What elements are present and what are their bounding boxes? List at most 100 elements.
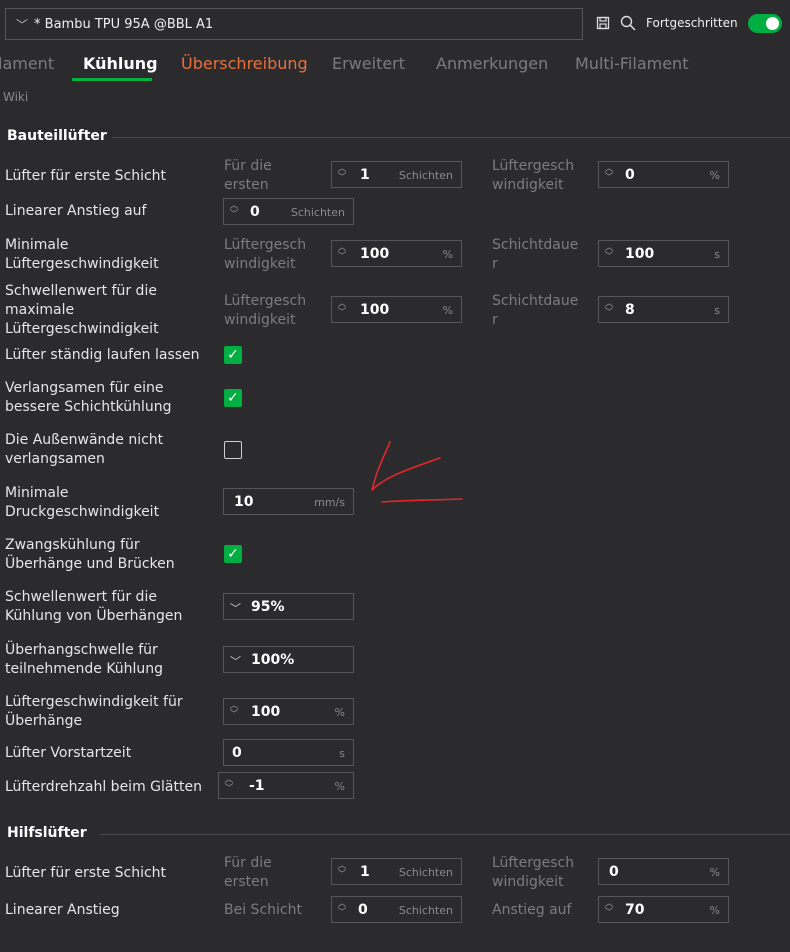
- label-max-fan-threshold: Schwellenwert für die: [5, 283, 157, 299]
- chevron-down-icon: ﹀: [230, 655, 241, 668]
- section-title-hilfs: Hilfslüfter: [7, 825, 87, 841]
- wiki-link[interactable]: Wiki: [3, 90, 28, 104]
- sublabel: Lüftergesch: [492, 158, 575, 174]
- sublabel: windigkeit: [224, 312, 296, 328]
- spin-arrows-icon[interactable]: ︿ ﹀: [229, 702, 239, 720]
- sublabel: windigkeit: [224, 256, 296, 272]
- label-min-fan-speed: Minimale: [5, 237, 69, 253]
- label-min-print-speed: Minimale: [5, 485, 69, 501]
- label-slow-down-cooling: Verlangsamen für eine: [5, 380, 164, 396]
- section-divider: [100, 834, 790, 835]
- label-aux-first-layer-fan: Lüfter für erste Schicht: [5, 865, 167, 881]
- sublabel: ersten: [224, 177, 269, 193]
- label-linear-ramp: Linearer Anstieg auf: [5, 203, 147, 219]
- fan-kickstart-time-input[interactable]: 0 s: [223, 739, 354, 766]
- save-icon[interactable]: [596, 16, 610, 30]
- label-overhang-cooling-threshold: Kühlung von Überhängen: [5, 608, 183, 624]
- sublabel: Schichtdaue: [492, 293, 579, 309]
- sublabel: ersten: [224, 874, 269, 890]
- force-cooling-overhang-checkbox[interactable]: ✓: [224, 545, 242, 563]
- sublabel: Lüftergesch: [224, 293, 307, 309]
- sublabel: Für die: [224, 855, 272, 871]
- label-first-layer-fan: Lüfter für erste Schicht: [5, 168, 167, 184]
- spin-arrows-icon[interactable]: ︿ ﹀: [604, 900, 614, 918]
- sublabel: windigkeit: [492, 874, 564, 890]
- label-fan-always-on: Lüfter ständig laufen lassen: [5, 347, 200, 363]
- chevron-down-icon: ﹀: [230, 602, 241, 615]
- overhang-threshold-participating-select[interactable]: ﹀ 100%: [223, 646, 354, 673]
- overhang-fan-speed-spinner[interactable]: ︿ ﹀ 100 %: [223, 698, 354, 725]
- sublabel: r: [492, 312, 498, 328]
- label-ironing-fan-speed: Lüfterdrehzahl beim Glätten: [5, 779, 202, 795]
- aux-ramp-layer-spinner[interactable]: ︿ ﹀ 0 Schichten: [331, 896, 462, 923]
- sublabel: Bei Schicht: [224, 902, 302, 918]
- sublabel: Lüftergesch: [224, 237, 307, 253]
- label-min-fan-speed: Lüftergeschwindigkeit: [5, 256, 159, 272]
- search-icon[interactable]: [620, 15, 636, 31]
- label-force-cooling-overhang: Überhänge und Brücken: [5, 556, 175, 572]
- section-divider: [112, 137, 790, 138]
- section-title-bauteil: Bauteillüfter: [7, 128, 107, 144]
- ironing-fan-speed-spinner[interactable]: ︿ ﹀ -1 %: [218, 772, 354, 799]
- advanced-toggle[interactable]: [747, 13, 782, 33]
- sublabel: windigkeit: [492, 177, 564, 193]
- max-fan-layer-time-spinner[interactable]: ︿ ﹀ 8 s: [598, 296, 729, 323]
- label-force-cooling-overhang: Zwangskühlung für: [5, 537, 140, 553]
- preset-name: * Bambu TPU 95A @BBL A1: [34, 16, 214, 32]
- label-overhang-cooling-threshold: Schwellenwert für die: [5, 589, 157, 605]
- sublabel: Lüftergesch: [492, 855, 575, 871]
- min-fan-layer-time-spinner[interactable]: ︿ ﹀ 100 s: [598, 240, 729, 267]
- spin-arrows-icon[interactable]: ︿ ﹀: [337, 862, 347, 880]
- label-overhang-fan-speed: Überhänge: [5, 713, 83, 729]
- max-fan-speed-spinner[interactable]: ︿ ﹀ 100 %: [331, 296, 462, 323]
- chevron-down-icon: ﹀: [16, 17, 29, 32]
- ramp-layers-spinner[interactable]: ︿ ﹀ 0 Schichten: [223, 198, 354, 225]
- first-layer-fan-speed-spinner[interactable]: ︿ ﹀ 0 %: [598, 161, 729, 188]
- tab-anmerkungen[interactable]: Anmerkungen: [436, 54, 548, 73]
- tab-multi-filament[interactable]: Multi-Filament: [575, 54, 688, 73]
- aux-ramp-target-spinner[interactable]: ︿ ﹀ 70 %: [598, 896, 729, 923]
- min-print-speed-input[interactable]: 10 mm/s: [223, 488, 354, 515]
- spin-arrows-icon[interactable]: ︿ ﹀: [337, 300, 347, 318]
- label-slow-down-cooling: bessere Schichtkühlung: [5, 399, 172, 415]
- sublabel: Schichtdaue: [492, 237, 579, 253]
- advanced-label: Fortgeschritten: [646, 16, 738, 30]
- tab-ueberschreibung[interactable]: Überschreibung: [181, 54, 308, 73]
- label-no-slowdown-outer-walls: verlangsamen: [5, 451, 105, 467]
- active-tab-indicator: [72, 78, 152, 81]
- min-fan-speed-spinner[interactable]: ︿ ﹀ 100 %: [331, 240, 462, 267]
- sublabel: r: [492, 256, 498, 272]
- spin-arrows-icon[interactable]: ︿ ﹀: [337, 165, 347, 183]
- spin-arrows-icon[interactable]: ︿ ﹀: [604, 165, 614, 183]
- label-aux-linear-ramp: Linearer Anstieg: [5, 902, 120, 918]
- aux-first-layer-count-spinner[interactable]: ︿ ﹀ 1 Schichten: [331, 858, 462, 885]
- spin-arrows-icon[interactable]: ︿ ﹀: [337, 244, 347, 262]
- no-slowdown-outer-walls-checkbox[interactable]: [224, 441, 242, 459]
- aux-first-layer-fan-speed-input[interactable]: 0 %: [598, 858, 729, 885]
- label-max-fan-threshold: Lüftergeschwindigkeit: [5, 321, 159, 337]
- top-actions: Fortgeschritten: [596, 13, 782, 33]
- label-min-print-speed: Druckgeschwindigkeit: [5, 504, 160, 520]
- label-max-fan-threshold: maximale: [5, 302, 75, 318]
- spin-arrows-icon[interactable]: ︿ ﹀: [229, 202, 239, 220]
- spin-arrows-icon[interactable]: ︿ ﹀: [224, 776, 234, 794]
- sublabel: Anstieg auf: [492, 902, 572, 918]
- slow-down-cooling-checkbox[interactable]: ✓: [224, 389, 242, 407]
- tab-kuehlung[interactable]: Kühlung: [83, 54, 158, 73]
- label-overhang-threshold-participating: Überhangschwelle für: [5, 642, 158, 658]
- overhang-cooling-threshold-select[interactable]: ﹀ 95%: [223, 593, 354, 620]
- fan-always-on-checkbox[interactable]: ✓: [224, 346, 242, 364]
- preset-selector[interactable]: ﹀ * Bambu TPU 95A @BBL A1: [5, 8, 583, 40]
- tab-erweitert[interactable]: Erweitert: [332, 54, 405, 73]
- label-overhang-fan-speed: Lüftergeschwindigkeit für: [5, 694, 183, 710]
- red-annotation-marks: [371, 441, 463, 503]
- label-no-slowdown-outer-walls: Die Außenwände nicht: [5, 432, 164, 448]
- sublabel: Für die: [224, 158, 272, 174]
- spin-arrows-icon[interactable]: ︿ ﹀: [337, 900, 347, 918]
- spin-arrows-icon[interactable]: ︿ ﹀: [604, 244, 614, 262]
- spin-arrows-icon[interactable]: ︿ ﹀: [604, 300, 614, 318]
- label-overhang-threshold-participating: teilnehmende Kühlung: [5, 661, 164, 677]
- label-fan-kickstart-time: Lüfter Vorstartzeit: [5, 745, 132, 761]
- tab-filament[interactable]: lament: [0, 54, 54, 73]
- first-layer-count-spinner[interactable]: ︿ ﹀ 1 Schichten: [331, 161, 462, 188]
